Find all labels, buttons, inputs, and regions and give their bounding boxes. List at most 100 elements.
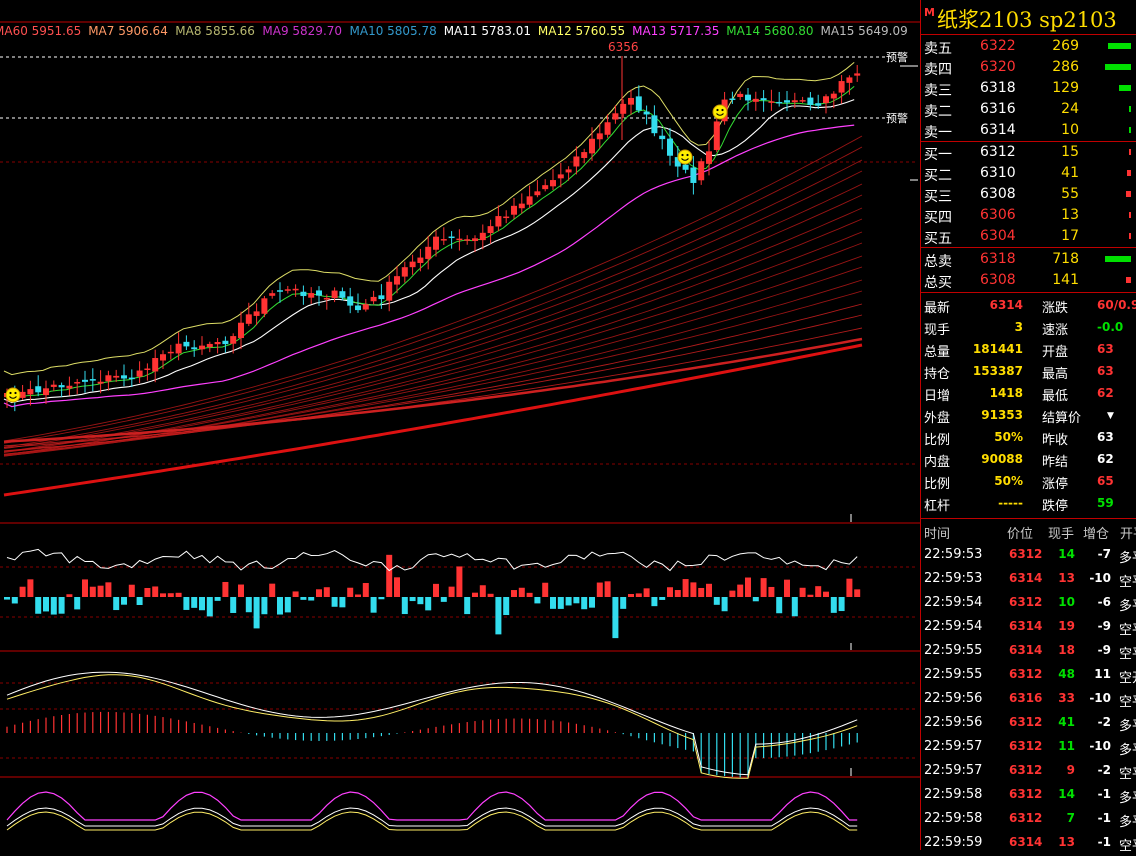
macd-dea-line — [6, 674, 858, 779]
trade-action: 空平 — [1119, 695, 1136, 710]
volume-bar — [667, 587, 673, 597]
trades-header-cell: 时间 — [924, 527, 951, 542]
stat-label: 比例 — [924, 433, 951, 448]
trade-row[interactable]: 22:59:57 6312 11 -10 多平 — [921, 736, 1136, 760]
volume-bar — [628, 594, 634, 597]
candle-body — [82, 379, 88, 382]
trade-oi-change: -2 — [1097, 763, 1111, 777]
volume-bar — [370, 597, 377, 613]
trade-row[interactable]: 22:59:56 6312 41 -2 多平 — [921, 712, 1136, 736]
volume-bar — [526, 592, 533, 597]
quote-stat-row: 比例 50% 涨停 65 — [921, 471, 1136, 493]
volume-bar — [300, 597, 307, 600]
ask-level-row[interactable]: 卖一 6314 10 — [921, 120, 1136, 141]
volume-bar — [277, 597, 283, 615]
ask-level-row[interactable]: 卖四 6320 286 — [921, 57, 1136, 78]
stat-label: 持仓 — [924, 367, 951, 382]
stat-label: 昨结 — [1042, 455, 1069, 470]
stat-value: 63 — [1097, 430, 1114, 444]
volume-bar — [175, 592, 182, 597]
dropdown-arrow-icon[interactable]: ▼ — [1107, 411, 1114, 421]
trade-row[interactable]: 22:59:56 6316 33 -10 空平 — [921, 688, 1136, 712]
trade-row[interactable]: 22:59:58 6312 7 -1 多平 — [921, 808, 1136, 832]
trade-qty: 18 — [1058, 643, 1075, 657]
trade-row[interactable]: 22:59:53 6312 14 -7 多平 — [921, 544, 1136, 568]
volume-bar — [487, 593, 494, 597]
trade-price: 6312 — [1009, 715, 1043, 729]
volume-bar — [612, 597, 619, 639]
volume-bar — [11, 597, 18, 604]
candle-body — [292, 288, 299, 291]
candle-body — [487, 226, 494, 234]
volume-bar — [807, 594, 814, 597]
volume-bar — [503, 597, 510, 616]
bid-level-row[interactable]: 买一 6312 15 — [921, 142, 1136, 163]
trade-row[interactable]: 22:59:58 6312 14 -1 多平 — [921, 784, 1136, 808]
kline-chart-area[interactable]: 预警预警MA60 5951.65 MA7 5906.64 MA8 5855.66 MA… — [0, 0, 920, 850]
level-volume: 13 — [1061, 207, 1079, 223]
trade-time: 22:59:59 — [924, 835, 983, 850]
stat-label: 涨跌 — [1042, 301, 1069, 316]
trade-row[interactable]: 22:59:57 6312 9 -2 空平 — [921, 760, 1136, 784]
trade-oi-change: -9 — [1097, 619, 1111, 633]
kdj-k-line — [6, 807, 858, 827]
trade-row[interactable]: 22:59:55 6314 18 -9 空平 — [921, 640, 1136, 664]
trade-row[interactable]: 22:59:54 6312 10 -6 多平 — [921, 592, 1136, 616]
volume-bar — [557, 597, 564, 609]
candle-body — [128, 377, 135, 380]
candle-body — [752, 98, 759, 102]
trade-row[interactable]: 22:59:55 6312 48 11 空开 — [921, 664, 1136, 688]
bid-level-row[interactable]: 买五 6304 17 — [921, 226, 1136, 247]
level-price: 6308 — [980, 186, 1016, 202]
bid-level-row[interactable]: 买四 6306 13 — [921, 205, 1136, 226]
quote-stat-row[interactable]: 外盘 91353 结算价 ▼ — [921, 405, 1136, 427]
candle-body — [27, 389, 34, 395]
bid-level-row[interactable]: 买二 6310 41 — [921, 163, 1136, 184]
volume-bar — [815, 586, 822, 597]
level-label: 买三 — [924, 189, 952, 205]
candle-body — [214, 342, 221, 345]
volume-bar — [706, 583, 712, 597]
stat-value: 63 — [1097, 364, 1114, 378]
trade-price: 6314 — [1009, 571, 1043, 585]
stat-label: 涨停 — [1042, 477, 1069, 492]
stat-value: 1418 — [989, 386, 1023, 400]
volume-bar — [737, 584, 744, 597]
level-volume: 15 — [1061, 144, 1079, 160]
trade-qty: 13 — [1058, 835, 1075, 849]
candle-body — [635, 96, 642, 111]
candle-body — [604, 122, 611, 135]
volume-bar — [542, 582, 549, 597]
volume-bar — [1127, 170, 1131, 176]
candle-body — [573, 156, 580, 167]
stat-label: 速涨 — [1042, 323, 1069, 338]
trade-row[interactable]: 22:59:59 6314 13 -1 空平 — [921, 832, 1136, 856]
candle-body — [378, 295, 385, 300]
contract-title[interactable]: 纸浆2103 sp2103 — [937, 4, 1117, 34]
volume-bar — [495, 597, 502, 635]
trade-qty: 10 — [1058, 595, 1075, 609]
volume-bar — [479, 585, 486, 597]
level-volume: 17 — [1061, 228, 1079, 244]
candle-body — [323, 297, 330, 300]
ask-level-row[interactable]: 卖五 6322 269 — [921, 36, 1136, 57]
ma-legend-item: MA13 5717.35 — [632, 24, 719, 38]
volume-bar — [121, 597, 127, 605]
volume-bar — [448, 586, 455, 597]
volume-bar — [620, 597, 627, 609]
bid-level-row[interactable]: 买三 6308 55 — [921, 184, 1136, 205]
market-badge: M — [924, 6, 935, 19]
trade-row[interactable]: 22:59:53 6314 13 -10 空平 — [921, 568, 1136, 592]
volume-bar — [347, 587, 354, 597]
candle-body — [518, 203, 525, 209]
stat-value: 60/0.9 — [1097, 298, 1136, 312]
ask-level-row[interactable]: 卖二 6316 24 — [921, 99, 1136, 120]
candle-body — [370, 296, 377, 302]
candle-body — [277, 290, 283, 292]
trade-oi-change: -9 — [1097, 643, 1111, 657]
ask-level-row[interactable]: 卖三 6318 129 — [921, 78, 1136, 99]
candle-body — [409, 261, 416, 268]
kdj-d-line — [6, 811, 858, 831]
ma-line-purple — [3, 124, 855, 408]
trade-row[interactable]: 22:59:54 6314 19 -9 空平 — [921, 616, 1136, 640]
